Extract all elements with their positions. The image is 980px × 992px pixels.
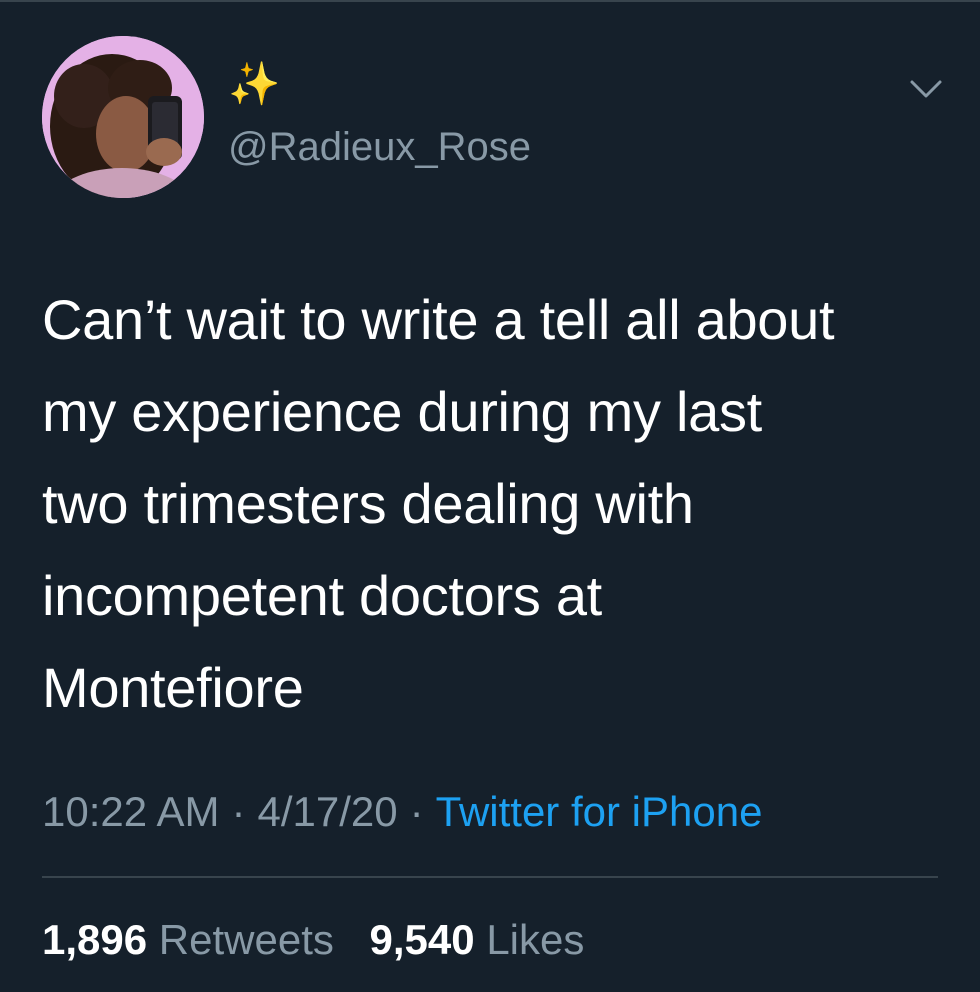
tweet-card: ✨ @Radieux_Rose Can’t wait to write a te… — [0, 0, 980, 992]
meta-separator: · — [231, 788, 246, 835]
retweets-label: Retweets — [158, 916, 334, 963]
likes-label: Likes — [486, 916, 585, 963]
tweet-date[interactable]: 4/17/20 — [257, 788, 397, 835]
tweet-source-link[interactable]: Twitter for iPhone — [436, 788, 763, 835]
retweets-stat[interactable]: 1,896 Retweets — [42, 916, 334, 963]
chevron-down-icon[interactable] — [906, 74, 946, 104]
meta-separator: · — [409, 788, 424, 835]
tweet-time[interactable]: 10:22 AM — [42, 788, 219, 835]
retweets-count: 1,896 — [42, 916, 148, 963]
display-name[interactable]: ✨ — [228, 60, 280, 108]
user-handle[interactable]: @Radieux_Rose — [228, 124, 531, 170]
tweet-stats: 1,896 Retweets 9,540 Likes — [42, 914, 584, 966]
tweet-text: Can’t wait to write a tell all about my … — [42, 288, 835, 719]
likes-stat[interactable]: 9,540 Likes — [370, 916, 585, 963]
avatar[interactable] — [42, 36, 204, 198]
divider — [42, 876, 938, 878]
tweet-meta: 10:22 AM · 4/17/20 · Twitter for iPhone — [42, 786, 762, 838]
avatar-image — [42, 36, 204, 198]
likes-count: 9,540 — [369, 916, 475, 963]
